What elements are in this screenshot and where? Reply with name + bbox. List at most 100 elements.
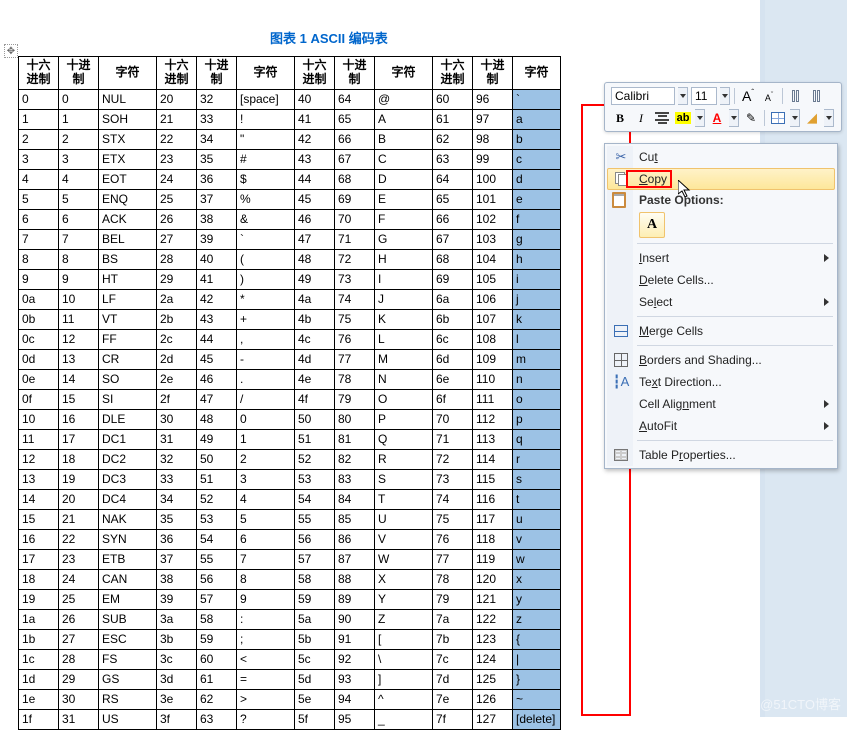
table-cell[interactable]: 27 bbox=[157, 229, 197, 249]
table-cell[interactable]: M bbox=[375, 349, 433, 369]
table-cell[interactable]: 6 bbox=[19, 209, 59, 229]
table-cell[interactable]: 16 bbox=[59, 409, 99, 429]
font-name-dropdown-icon[interactable] bbox=[678, 87, 688, 105]
table-cell[interactable]: 38 bbox=[197, 209, 237, 229]
table-cell[interactable]: 7 bbox=[59, 229, 99, 249]
table-cell[interactable]: 115 bbox=[473, 469, 513, 489]
selected-cell[interactable]: { bbox=[513, 629, 561, 649]
table-cell[interactable]: 28 bbox=[157, 249, 197, 269]
table-cell[interactable]: 96 bbox=[473, 89, 513, 109]
table-cell[interactable]: 0e bbox=[19, 369, 59, 389]
table-cell[interactable]: 103 bbox=[473, 229, 513, 249]
table-cell[interactable]: 4f bbox=[295, 389, 335, 409]
table-cell[interactable]: 35 bbox=[197, 149, 237, 169]
table-cell[interactable]: 4e bbox=[295, 369, 335, 389]
table-cell[interactable]: DC4 bbox=[99, 489, 157, 509]
table-cell[interactable]: 121 bbox=[473, 589, 513, 609]
table-cell[interactable]: 68 bbox=[335, 169, 375, 189]
table-cell[interactable]: 2b bbox=[157, 309, 197, 329]
table-cell[interactable]: 91 bbox=[335, 629, 375, 649]
table-cell[interactable]: U bbox=[375, 509, 433, 529]
table-cell[interactable]: 5 bbox=[237, 509, 295, 529]
table-cell[interactable]: 16 bbox=[19, 529, 59, 549]
table-cell[interactable]: 12 bbox=[59, 329, 99, 349]
table-cell[interactable]: 99 bbox=[473, 149, 513, 169]
table-cell[interactable]: 20 bbox=[157, 89, 197, 109]
table-cell[interactable]: 2c bbox=[157, 329, 197, 349]
selected-cell[interactable]: e bbox=[513, 189, 561, 209]
table-cell[interactable]: 32 bbox=[157, 449, 197, 469]
format-painter-button[interactable]: ✎ bbox=[742, 109, 760, 127]
table-cell[interactable]: 47 bbox=[197, 389, 237, 409]
table-cell[interactable]: N bbox=[375, 369, 433, 389]
table-cell[interactable]: 10 bbox=[19, 409, 59, 429]
table-cell[interactable]: 45 bbox=[197, 349, 237, 369]
table-cell[interactable]: 3 bbox=[237, 469, 295, 489]
table-cell[interactable]: % bbox=[237, 189, 295, 209]
table-cell[interactable]: 5b bbox=[295, 629, 335, 649]
selected-cell[interactable]: q bbox=[513, 429, 561, 449]
table-cell[interactable]: 80 bbox=[335, 409, 375, 429]
table-cell[interactable]: 75 bbox=[433, 509, 473, 529]
table-cell[interactable]: 9 bbox=[237, 589, 295, 609]
table-cell[interactable]: F bbox=[375, 209, 433, 229]
table-cell[interactable]: ! bbox=[237, 109, 295, 129]
table-cell[interactable]: 76 bbox=[335, 329, 375, 349]
table-cell[interactable]: 4a bbox=[295, 289, 335, 309]
table-cell[interactable]: 113 bbox=[473, 429, 513, 449]
table-cell[interactable]: 9 bbox=[19, 269, 59, 289]
table-cell[interactable]: 71 bbox=[433, 429, 473, 449]
table-cell[interactable]: 0 bbox=[237, 409, 295, 429]
table-cell[interactable]: CR bbox=[99, 349, 157, 369]
table-cell[interactable]: 114 bbox=[473, 449, 513, 469]
selected-cell[interactable]: f bbox=[513, 209, 561, 229]
table-cell[interactable]: NUL bbox=[99, 89, 157, 109]
table-cell[interactable]: 123 bbox=[473, 629, 513, 649]
table-cell[interactable]: 95 bbox=[335, 709, 375, 729]
table-cell[interactable]: 43 bbox=[295, 149, 335, 169]
grow-font-button[interactable]: Aˆ bbox=[739, 87, 757, 105]
table-cell[interactable]: 69 bbox=[433, 269, 473, 289]
table-cell[interactable]: 73 bbox=[433, 469, 473, 489]
table-cell[interactable]: 34 bbox=[197, 129, 237, 149]
table-cell[interactable]: 105 bbox=[473, 269, 513, 289]
table-cell[interactable]: ^ bbox=[375, 689, 433, 709]
table-cell[interactable]: 3d bbox=[157, 669, 197, 689]
table-cell[interactable]: , bbox=[237, 329, 295, 349]
table-cell[interactable]: ` bbox=[237, 229, 295, 249]
table-cell[interactable]: 85 bbox=[335, 509, 375, 529]
table-cell[interactable]: \ bbox=[375, 649, 433, 669]
table-cell[interactable]: E bbox=[375, 189, 433, 209]
selected-cell[interactable]: x bbox=[513, 569, 561, 589]
table-cell[interactable]: 58 bbox=[197, 609, 237, 629]
table-cell[interactable]: DC1 bbox=[99, 429, 157, 449]
table-cell[interactable]: 54 bbox=[295, 489, 335, 509]
table-cell[interactable]: 9 bbox=[59, 269, 99, 289]
table-cell[interactable]: 4b bbox=[295, 309, 335, 329]
menu-item-select[interactable]: Select bbox=[607, 291, 835, 313]
table-cell[interactable]: EM bbox=[99, 589, 157, 609]
table-cell[interactable]: 11 bbox=[59, 309, 99, 329]
table-cell[interactable]: 49 bbox=[295, 269, 335, 289]
table-cell[interactable]: 77 bbox=[433, 549, 473, 569]
table-cell[interactable]: 84 bbox=[335, 489, 375, 509]
table-cell[interactable]: DC2 bbox=[99, 449, 157, 469]
table-cell[interactable]: 17 bbox=[59, 429, 99, 449]
table-cell[interactable]: 3 bbox=[59, 149, 99, 169]
table-cell[interactable]: 44 bbox=[197, 329, 237, 349]
table-cell[interactable]: 124 bbox=[473, 649, 513, 669]
table-cell[interactable]: 83 bbox=[335, 469, 375, 489]
table-cell[interactable]: 107 bbox=[473, 309, 513, 329]
table-cell[interactable]: 4d bbox=[295, 349, 335, 369]
table-cell[interactable]: 61 bbox=[197, 669, 237, 689]
table-cell[interactable]: " bbox=[237, 129, 295, 149]
table-cell[interactable]: ( bbox=[237, 249, 295, 269]
table-cell[interactable]: 1e bbox=[19, 689, 59, 709]
table-cell[interactable]: 10 bbox=[59, 289, 99, 309]
table-cell[interactable]: 89 bbox=[335, 589, 375, 609]
table-cell[interactable]: 43 bbox=[197, 309, 237, 329]
table-cell[interactable]: 40 bbox=[295, 89, 335, 109]
table-cell[interactable]: . bbox=[237, 369, 295, 389]
table-cell[interactable]: 0c bbox=[19, 329, 59, 349]
table-cell[interactable]: DC3 bbox=[99, 469, 157, 489]
